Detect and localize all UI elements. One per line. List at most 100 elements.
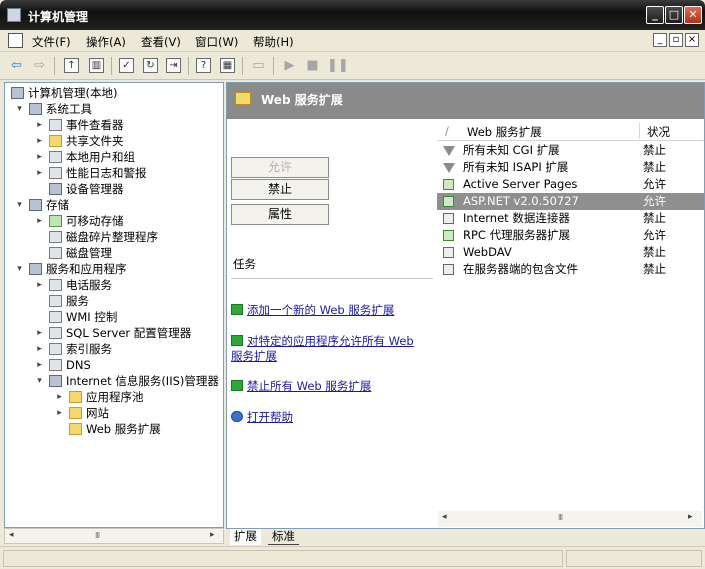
help-icon[interactable]: ? — [196, 58, 211, 73]
tree-node-disk-management[interactable]: 磁盘管理 — [49, 245, 112, 261]
list-item[interactable]: 所有未知 CGI 扩展 禁止 — [437, 142, 704, 159]
properties-button[interactable]: 属性 — [231, 204, 329, 225]
tree-node-defrag[interactable]: 磁盘碎片整理程序 — [49, 229, 158, 245]
extension-allowed-icon — [443, 196, 454, 207]
expand-icon[interactable]: ▸ — [35, 217, 44, 226]
tree-horizontal-scrollbar[interactable]: ◂ III ▸ — [4, 528, 224, 544]
expand-icon[interactable]: ▸ — [55, 393, 64, 402]
up-folder-icon[interactable]: ↑ — [64, 58, 79, 73]
collapse-icon[interactable]: ▾ — [15, 105, 24, 114]
scroll-thumb[interactable]: III — [558, 513, 563, 522]
column-header-name[interactable]: Web 服务扩展 — [467, 124, 542, 140]
tree-node-device-manager[interactable]: 设备管理器 — [49, 181, 124, 197]
extension-allowed-icon — [443, 230, 454, 241]
list-item[interactable]: Active Server Pages 允许 — [437, 176, 704, 193]
action-pane-icon[interactable]: ▦ — [220, 58, 235, 73]
scroll-right-icon[interactable]: ▸ — [688, 512, 693, 522]
task-allow-all-for-app[interactable]: 对特定的应用程序允许所有 Web 服务扩展 — [231, 334, 431, 364]
console-icon[interactable] — [8, 33, 23, 48]
mdi-minimize-button[interactable]: _ — [653, 33, 667, 47]
minimize-button[interactable]: _ — [646, 6, 664, 24]
list-item[interactable]: RPC 代理服务器扩展 允许 — [437, 227, 704, 244]
column-divider[interactable] — [639, 123, 640, 139]
tree-node-dns[interactable]: DNS — [49, 357, 91, 373]
allow-button[interactable]: 允许 — [231, 157, 329, 178]
computer-icon[interactable]: ▭ — [250, 57, 267, 74]
list-item[interactable]: WebDAV 禁止 — [437, 244, 704, 261]
menu-window[interactable]: 窗口(W) — [195, 34, 238, 50]
forward-icon[interactable]: ⇨ — [31, 57, 48, 74]
scroll-left-icon[interactable]: ◂ — [9, 530, 14, 540]
list-item[interactable]: 所有未知 ISAPI 扩展 禁止 — [437, 159, 704, 176]
tree-node-wmi[interactable]: WMI 控制 — [49, 309, 117, 325]
sql-server-icon — [49, 327, 62, 339]
tree-node-iis[interactable]: Internet 信息服务(IIS)管理器 — [49, 373, 219, 389]
tree-node-perf-logs[interactable]: 性能日志和警报 — [49, 165, 147, 181]
console-tree[interactable]: 计算机管理(本地) ▾ 系统工具 ▸ 事件查看器 ▸ 共享文件夹 ▸ 本地用户和… — [4, 82, 224, 528]
tree-node-sql-server[interactable]: SQL Server 配置管理器 — [49, 325, 191, 341]
menu-file[interactable]: 文件(F) — [32, 34, 71, 50]
back-icon[interactable]: ⇦ — [8, 57, 25, 74]
list-item[interactable]: Internet 数据连接器 禁止 — [437, 210, 704, 227]
properties-icon[interactable]: ✓ — [119, 58, 134, 73]
stop-icon[interactable]: ■ — [304, 57, 321, 74]
task-open-help[interactable]: 打开帮助 — [231, 410, 431, 425]
tree-node-services-apps[interactable]: 服务和应用程序 — [29, 261, 127, 277]
tree-node-root[interactable]: 计算机管理(本地) — [11, 85, 117, 101]
export-list-icon[interactable]: ⇥ — [166, 58, 181, 73]
pause-icon[interactable]: ❚❚ — [327, 57, 349, 74]
collapse-icon[interactable]: ▾ — [15, 201, 24, 210]
tree-node-indexing[interactable]: 索引服务 — [49, 341, 112, 357]
scroll-thumb[interactable]: III — [95, 531, 100, 540]
scroll-left-icon[interactable]: ◂ — [442, 512, 447, 522]
collapse-icon[interactable]: ▾ — [35, 377, 44, 386]
tree-node-telephony[interactable]: 电话服务 — [49, 277, 112, 293]
expand-icon[interactable]: ▸ — [35, 281, 44, 290]
scroll-right-icon[interactable]: ▸ — [210, 530, 215, 540]
refresh-icon[interactable]: ↻ — [143, 58, 158, 73]
tree-node-app-pools[interactable]: 应用程序池 — [69, 389, 144, 405]
menu-view[interactable]: 查看(V) — [141, 34, 181, 50]
expand-icon[interactable]: ▸ — [55, 409, 64, 418]
tree-node-event-viewer[interactable]: 事件查看器 — [49, 117, 124, 133]
column-header-status[interactable]: 状况 — [647, 124, 670, 140]
menu-action[interactable]: 操作(A) — [86, 34, 126, 50]
extension-list[interactable]: / Web 服务扩展 状况 所有未知 CGI 扩展 禁止 所有未知 ISAPI … — [437, 121, 704, 516]
show-hide-tree-icon[interactable]: ▥ — [89, 58, 104, 73]
performance-icon — [49, 167, 62, 179]
folder-icon — [69, 407, 82, 419]
toolbar-separator — [188, 57, 189, 75]
mdi-close-button[interactable]: × — [685, 33, 699, 47]
mdi-restore-button[interactable]: ▫ — [669, 33, 683, 47]
start-icon[interactable]: ▶ — [281, 57, 298, 74]
list-horizontal-scrollbar[interactable]: ◂ III ▸ — [438, 511, 702, 527]
collapse-icon[interactable]: ▾ — [15, 265, 24, 274]
expand-icon[interactable]: ▸ — [35, 345, 44, 354]
tree-node-services[interactable]: 服务 — [49, 293, 89, 309]
expand-icon[interactable]: ▸ — [35, 153, 44, 162]
task-deny-all[interactable]: 禁止所有 Web 服务扩展 — [231, 379, 431, 394]
toolbar-separator — [111, 57, 112, 75]
expand-icon[interactable]: ▸ — [35, 361, 44, 370]
close-button[interactable]: ✕ — [684, 6, 702, 24]
tree-node-websites[interactable]: 网站 — [69, 405, 109, 421]
task-add-extension[interactable]: 添加一个新的 Web 服务扩展 — [231, 303, 431, 318]
expand-icon[interactable]: ▸ — [35, 121, 44, 130]
tree-node-removable-storage[interactable]: 可移动存储 — [49, 213, 124, 229]
expand-icon[interactable]: ▸ — [35, 329, 44, 338]
maximize-button[interactable]: □ — [665, 6, 683, 24]
tab-standard[interactable]: 标准 — [268, 529, 299, 545]
tree-node-system-tools[interactable]: 系统工具 — [29, 101, 92, 117]
deny-button[interactable]: 禁止 — [231, 179, 329, 200]
tree-node-shared-folders[interactable]: 共享文件夹 — [49, 133, 124, 149]
tree-node-local-users[interactable]: 本地用户和组 — [49, 149, 135, 165]
list-item-selected[interactable]: ASP.NET v2.0.50727 允许 — [437, 193, 704, 210]
tree-node-storage[interactable]: 存储 — [29, 197, 69, 213]
list-item[interactable]: 在服务器端的包含文件 禁止 — [437, 261, 704, 278]
expand-icon[interactable]: ▸ — [35, 137, 44, 146]
removable-storage-icon — [49, 215, 62, 227]
menu-help[interactable]: 帮助(H) — [253, 34, 294, 50]
tab-extended[interactable]: 扩展 — [230, 529, 261, 545]
tree-node-web-service-extensions[interactable]: Web 服务扩展 — [69, 421, 161, 437]
expand-icon[interactable]: ▸ — [35, 169, 44, 178]
